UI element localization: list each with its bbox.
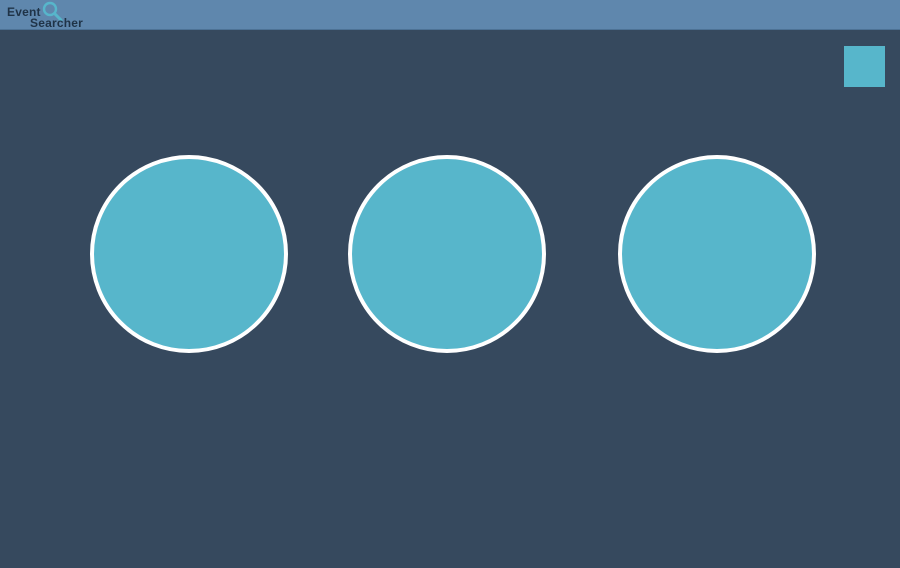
circle-button-2[interactable] bbox=[348, 155, 546, 353]
top-bar: Event Searcher bbox=[0, 0, 900, 30]
app-logo[interactable]: Event Searcher bbox=[7, 1, 97, 30]
circle-group bbox=[0, 155, 900, 353]
logo-word-searcher: Searcher bbox=[30, 16, 83, 30]
circle-button-3[interactable] bbox=[618, 155, 816, 353]
corner-action-button[interactable] bbox=[844, 46, 885, 87]
circle-button-1[interactable] bbox=[90, 155, 288, 353]
